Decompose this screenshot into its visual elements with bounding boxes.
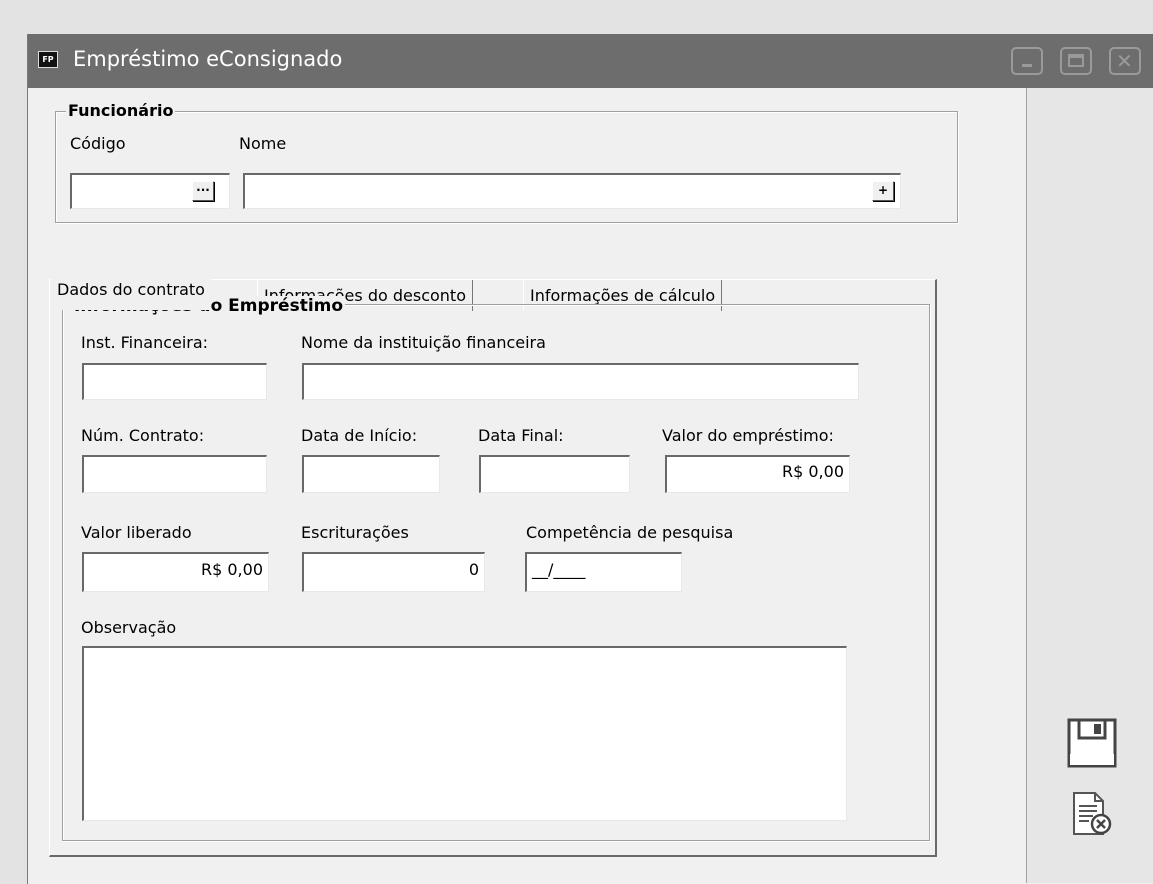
nome-label: Nome bbox=[239, 134, 287, 153]
inst-financeira-field[interactable] bbox=[82, 363, 267, 400]
maximize-icon bbox=[1068, 54, 1084, 67]
escrituracoes-field[interactable]: 0 bbox=[302, 552, 485, 592]
num-contrato-field[interactable] bbox=[82, 455, 267, 493]
nome-instituicao-field[interactable] bbox=[302, 363, 859, 400]
minimize-icon bbox=[1022, 64, 1032, 67]
observacao-label: Observação bbox=[81, 618, 177, 637]
competencia-label: Competência de pesquisa bbox=[526, 523, 734, 542]
close-icon: ✕ bbox=[1116, 49, 1133, 73]
floppy-disk-icon bbox=[1067, 718, 1117, 768]
codigo-label: Código bbox=[70, 134, 126, 153]
num-contrato-label: Núm. Contrato: bbox=[81, 426, 205, 445]
valor-emprestimo-field[interactable]: R$ 0,00 bbox=[665, 455, 850, 493]
nome-instituicao-label: Nome da instituição financeira bbox=[301, 333, 546, 352]
nome-field[interactable] bbox=[243, 173, 901, 209]
app-window: FP Empréstimo eConsignado ✕ Funcionário … bbox=[27, 34, 1153, 884]
valor-liberado-field[interactable]: R$ 0,00 bbox=[82, 552, 269, 592]
competencia-field[interactable]: __/____ bbox=[525, 552, 682, 592]
nome-add-button[interactable]: + bbox=[872, 181, 894, 201]
valor-liberado-label: Valor liberado bbox=[81, 523, 192, 542]
close-button[interactable]: ✕ bbox=[1109, 47, 1141, 75]
maximize-button[interactable] bbox=[1060, 47, 1092, 75]
funcionario-legend: Funcionário bbox=[66, 101, 176, 120]
title-bar[interactable]: FP Empréstimo eConsignado ✕ bbox=[28, 34, 1153, 88]
app-icon: FP bbox=[38, 51, 58, 68]
data-final-field[interactable] bbox=[479, 455, 630, 493]
data-inicio-field[interactable] bbox=[302, 455, 440, 493]
codigo-lookup-button[interactable]: ··· bbox=[192, 181, 214, 201]
valor-emprestimo-label: Valor do empréstimo: bbox=[662, 426, 834, 445]
window-title: Empréstimo eConsignado bbox=[73, 47, 343, 71]
side-action-panel bbox=[1026, 88, 1153, 883]
tab-dados-do-contrato[interactable]: Dados do contrato bbox=[51, 274, 211, 310]
escrituracoes-label: Escriturações bbox=[301, 523, 409, 542]
observacao-textarea[interactable] bbox=[82, 646, 847, 821]
data-final-label: Data Final: bbox=[478, 426, 564, 445]
cancel-button[interactable] bbox=[1071, 790, 1115, 838]
inst-financeira-label: Inst. Financeira: bbox=[81, 333, 209, 352]
minimize-button[interactable] bbox=[1011, 47, 1043, 75]
data-inicio-label: Data de Início: bbox=[301, 426, 418, 445]
cancel-document-icon bbox=[1073, 792, 1112, 835]
save-button[interactable] bbox=[1067, 718, 1117, 768]
